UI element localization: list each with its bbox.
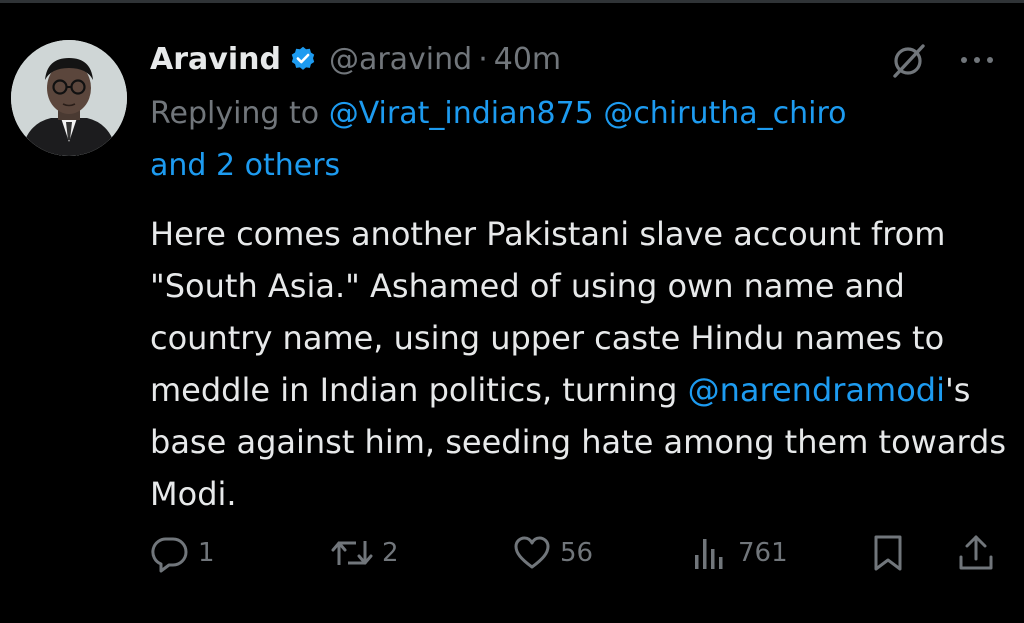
replying-to: Replying to @Virat_indian875 @chirutha_c… <box>150 88 1010 192</box>
share-button[interactable] <box>956 528 996 578</box>
action-bar: 1 2 56 761 <box>150 528 1010 578</box>
tweet-header: Aravind @aravind · 40m <box>150 36 561 82</box>
repost-icon <box>331 541 373 565</box>
bookmark-button[interactable] <box>868 528 908 578</box>
reply-handle-link[interactable]: @Virat_indian875 <box>329 96 594 131</box>
view-count: 761 <box>738 538 788 568</box>
grok-icon[interactable] <box>887 40 929 82</box>
tweet-text: Here comes another Pakistani slave accou… <box>150 208 1010 520</box>
timestamp[interactable]: 40m <box>494 42 561 77</box>
views-button[interactable]: 761 <box>690 528 788 578</box>
author-handle[interactable]: @aravind <box>329 42 472 77</box>
heart-icon <box>514 536 550 569</box>
reply-others-link[interactable]: and 2 others <box>150 148 340 183</box>
avatar[interactable] <box>11 40 127 156</box>
share-icon <box>959 535 993 570</box>
views-icon <box>695 539 723 569</box>
verified-badge-icon <box>289 45 317 73</box>
repost-button[interactable]: 2 <box>330 528 399 578</box>
bookmark-icon <box>874 535 902 571</box>
divider <box>0 0 1024 3</box>
reply-button[interactable]: 1 <box>150 528 215 578</box>
reply-handle-link[interactable]: @chirutha_chiro <box>603 96 846 131</box>
repost-count: 2 <box>382 538 399 568</box>
reply-icon <box>151 537 188 573</box>
like-count: 56 <box>560 538 594 568</box>
separator-dot: · <box>478 41 488 77</box>
replying-prefix: Replying to <box>150 96 320 131</box>
like-button[interactable]: 56 <box>512 528 593 578</box>
author-name[interactable]: Aravind <box>150 42 281 77</box>
reply-count: 1 <box>198 538 215 568</box>
mention-link[interactable]: @narendramodi <box>688 371 945 409</box>
more-icon[interactable] <box>957 45 997 75</box>
